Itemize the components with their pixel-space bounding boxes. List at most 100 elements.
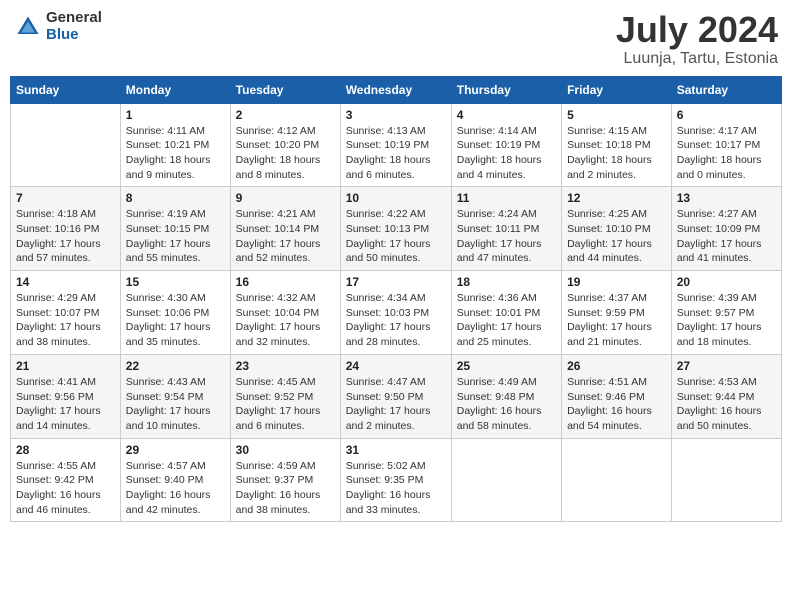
calendar-cell: 29Sunrise: 4:57 AM Sunset: 9:40 PM Dayli… [120, 438, 230, 522]
header: General Blue July 2024 Luunja, Tartu, Es… [10, 10, 782, 68]
week-row-3: 14Sunrise: 4:29 AM Sunset: 10:07 PM Dayl… [11, 271, 782, 355]
day-number: 27 [677, 359, 776, 373]
day-number: 9 [236, 191, 335, 205]
day-detail: Sunrise: 4:14 AM Sunset: 10:19 PM Daylig… [457, 124, 556, 183]
day-number: 7 [16, 191, 115, 205]
day-detail: Sunrise: 4:32 AM Sunset: 10:04 PM Daylig… [236, 291, 335, 350]
day-number: 5 [567, 108, 666, 122]
day-detail: Sunrise: 4:12 AM Sunset: 10:20 PM Daylig… [236, 124, 335, 183]
weekday-header-row: SundayMondayTuesdayWednesdayThursdayFrid… [11, 76, 782, 103]
day-number: 14 [16, 275, 115, 289]
day-detail: Sunrise: 4:39 AM Sunset: 9:57 PM Dayligh… [677, 291, 776, 350]
calendar-cell: 23Sunrise: 4:45 AM Sunset: 9:52 PM Dayli… [230, 354, 340, 438]
calendar-cell: 18Sunrise: 4:36 AM Sunset: 10:01 PM Dayl… [451, 271, 561, 355]
calendar-cell: 17 Sunrise: 4:34 AM Sunset: 10:03 PM Dayl… [340, 271, 451, 355]
day-detail: Sunrise: 4:53 AM Sunset: 9:44 PM Dayligh… [677, 375, 776, 434]
day-detail: Sunrise: 4:45 AM Sunset: 9:52 PM Dayligh… [236, 375, 335, 434]
day-number: 2 [236, 108, 335, 122]
weekday-header-thursday: Thursday [451, 76, 561, 103]
weekday-header-saturday: Saturday [671, 76, 781, 103]
calendar-cell: 9Sunrise: 4:21 AM Sunset: 10:14 PM Dayli… [230, 187, 340, 271]
day-detail: Sunrise: 4:51 AM Sunset: 9:46 PM Dayligh… [567, 375, 666, 434]
day-number: 16 [236, 275, 335, 289]
calendar-cell [11, 103, 121, 187]
day-number: 28 [16, 443, 115, 457]
logo-general-text: General [46, 10, 102, 27]
day-number: 18 [457, 275, 556, 289]
calendar-cell: 22 Sunrise: 4:43 AM Sunset: 9:54 PM Dayli… [120, 354, 230, 438]
day-number: 3 [346, 108, 446, 122]
calendar-cell: 7 Sunrise: 4:18 AM Sunset: 10:16 PM Dayli… [11, 187, 121, 271]
calendar-cell: 10Sunrise: 4:22 AM Sunset: 10:13 PM Dayl… [340, 187, 451, 271]
calendar-cell: 5 Sunrise: 4:15 AM Sunset: 10:18 PM Dayli… [562, 103, 672, 187]
day-detail: Sunrise: 4:47 AM Sunset: 9:50 PM Dayligh… [346, 375, 446, 434]
calendar-cell: 27 Sunrise: 4:53 AM Sunset: 9:44 PM Dayli… [671, 354, 781, 438]
location-title: Luunja, Tartu, Estonia [616, 50, 778, 68]
day-detail: Sunrise: 4:17 AM Sunset: 10:17 PM Daylig… [677, 124, 776, 183]
calendar-cell: 25Sunrise: 4:49 AM Sunset: 9:48 PM Dayli… [451, 354, 561, 438]
calendar-cell: 11 Sunrise: 4:24 AM Sunset: 10:11 PM Dayl… [451, 187, 561, 271]
logo-icon [14, 13, 42, 41]
calendar-cell: 30Sunrise: 4:59 AM Sunset: 9:37 PM Dayli… [230, 438, 340, 522]
calendar-cell: 24 Sunrise: 4:47 AM Sunset: 9:50 PM Dayli… [340, 354, 451, 438]
day-detail: Sunrise: 4:19 AM Sunset: 10:15 PM Daylig… [126, 207, 225, 266]
day-detail: Sunrise: 4:13 AM Sunset: 10:19 PM Daylig… [346, 124, 446, 183]
day-number: 20 [677, 275, 776, 289]
weekday-header-friday: Friday [562, 76, 672, 103]
calendar-cell: 12 Sunrise: 4:25 AM Sunset: 10:10 PM Dayl… [562, 187, 672, 271]
day-detail: Sunrise: 4:11 AM Sunset: 10:21 PM Daylig… [126, 124, 225, 183]
day-number: 11 [457, 191, 556, 205]
day-number: 22 [126, 359, 225, 373]
calendar-cell: 6 Sunrise: 4:17 AM Sunset: 10:17 PM Dayli… [671, 103, 781, 187]
logo-text: General Blue [46, 10, 102, 43]
calendar-cell: 14Sunrise: 4:29 AM Sunset: 10:07 PM Dayl… [11, 271, 121, 355]
weekday-header-tuesday: Tuesday [230, 76, 340, 103]
day-detail: Sunrise: 4:41 AM Sunset: 9:56 PM Dayligh… [16, 375, 115, 434]
day-detail: Sunrise: 4:57 AM Sunset: 9:40 PM Dayligh… [126, 459, 225, 518]
day-detail: Sunrise: 4:15 AM Sunset: 10:18 PM Daylig… [567, 124, 666, 183]
day-number: 24 [346, 359, 446, 373]
logo-blue-text: Blue [46, 27, 102, 44]
day-number: 30 [236, 443, 335, 457]
day-number: 8 [126, 191, 225, 205]
day-number: 6 [677, 108, 776, 122]
day-number: 13 [677, 191, 776, 205]
day-detail: Sunrise: 4:18 AM Sunset: 10:16 PM Daylig… [16, 207, 115, 266]
weekday-header-sunday: Sunday [11, 76, 121, 103]
day-number: 19 [567, 275, 666, 289]
calendar-cell: 3 Sunrise: 4:13 AM Sunset: 10:19 PM Dayli… [340, 103, 451, 187]
calendar-cell: 26Sunrise: 4:51 AM Sunset: 9:46 PM Dayli… [562, 354, 672, 438]
week-row-4: 21 Sunrise: 4:41 AM Sunset: 9:56 PM Dayli… [11, 354, 782, 438]
day-detail: Sunrise: 4:43 AM Sunset: 9:54 PM Dayligh… [126, 375, 225, 434]
day-number: 4 [457, 108, 556, 122]
calendar-cell: 20 Sunrise: 4:39 AM Sunset: 9:57 PM Dayli… [671, 271, 781, 355]
logo: General Blue [14, 10, 102, 43]
calendar-cell: 8 Sunrise: 4:19 AM Sunset: 10:15 PM Dayli… [120, 187, 230, 271]
day-number: 17 [346, 275, 446, 289]
calendar-cell: 2 Sunrise: 4:12 AM Sunset: 10:20 PM Dayli… [230, 103, 340, 187]
day-detail: Sunrise: 4:55 AM Sunset: 9:42 PM Dayligh… [16, 459, 115, 518]
day-detail: Sunrise: 5:02 AM Sunset: 9:35 PM Dayligh… [346, 459, 446, 518]
day-number: 21 [16, 359, 115, 373]
calendar-table: SundayMondayTuesdayWednesdayThursdayFrid… [10, 76, 782, 523]
weekday-header-wednesday: Wednesday [340, 76, 451, 103]
calendar-cell: 28 Sunrise: 4:55 AM Sunset: 9:42 PM Dayli… [11, 438, 121, 522]
calendar-cell [671, 438, 781, 522]
day-detail: Sunrise: 4:37 AM Sunset: 9:59 PM Dayligh… [567, 291, 666, 350]
week-row-5: 28 Sunrise: 4:55 AM Sunset: 9:42 PM Dayli… [11, 438, 782, 522]
month-title: July 2024 [616, 10, 778, 50]
day-number: 31 [346, 443, 446, 457]
weekday-header-monday: Monday [120, 76, 230, 103]
calendar-cell: 1Sunrise: 4:11 AM Sunset: 10:21 PM Dayli… [120, 103, 230, 187]
day-detail: Sunrise: 4:34 AM Sunset: 10:03 PM Daylig… [346, 291, 446, 350]
day-number: 15 [126, 275, 225, 289]
calendar-cell: 31 Sunrise: 5:02 AM Sunset: 9:35 PM Dayli… [340, 438, 451, 522]
day-number: 12 [567, 191, 666, 205]
week-row-1: 1Sunrise: 4:11 AM Sunset: 10:21 PM Dayli… [11, 103, 782, 187]
day-number: 25 [457, 359, 556, 373]
calendar-cell: 15Sunrise: 4:30 AM Sunset: 10:06 PM Dayl… [120, 271, 230, 355]
day-detail: Sunrise: 4:25 AM Sunset: 10:10 PM Daylig… [567, 207, 666, 266]
day-detail: Sunrise: 4:24 AM Sunset: 10:11 PM Daylig… [457, 207, 556, 266]
calendar-cell: 13Sunrise: 4:27 AM Sunset: 10:09 PM Dayl… [671, 187, 781, 271]
title-block: July 2024 Luunja, Tartu, Estonia [616, 10, 778, 68]
